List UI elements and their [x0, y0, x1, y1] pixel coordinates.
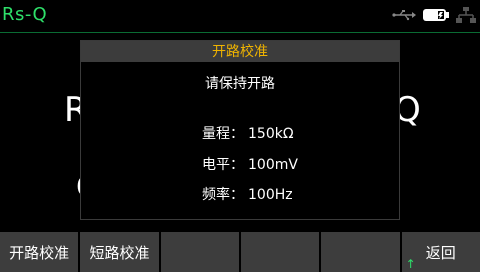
param-frequency-value: 100Hz [248, 187, 293, 203]
softkey-3[interactable] [160, 232, 239, 272]
dialog-header: 开路校准 [81, 41, 399, 62]
softkey-5[interactable] [321, 232, 400, 272]
battery-icon [422, 8, 450, 22]
usb-icon [392, 9, 416, 21]
status-icons [392, 6, 476, 24]
softkey-short-calibration[interactable]: 短路校准 [80, 232, 159, 272]
param-level: 电平： 100mV [202, 154, 298, 174]
param-frequency: 频率： 100Hz [202, 184, 293, 204]
softkey-back-label: 返回 [425, 243, 456, 262]
param-range-label: 量程： [202, 126, 244, 142]
open-calibration-dialog: 开路校准 请保持开路 量程： 150kΩ 电平： 100mV 频率： 100Hz [80, 40, 400, 220]
dialog-message: 请保持开路 [205, 76, 275, 92]
softkey-back[interactable]: 返回 ↑ [401, 232, 480, 272]
param-range: 量程： 150kΩ [202, 123, 294, 143]
param-frequency-label: 频率： [202, 187, 244, 203]
dialog-title: 开路校准 [212, 44, 268, 60]
param-level-value: 100mV [248, 157, 298, 173]
softkey-bar: 开路校准 短路校准 返回 ↑ [0, 232, 480, 272]
param-range-value: 150kΩ [248, 126, 294, 142]
arrow-up-icon: ↑ [405, 257, 416, 271]
status-bar: Rs-Q [0, 0, 480, 33]
lan-icon [456, 6, 476, 24]
mode-title: Rs-Q [2, 4, 48, 25]
softkey-4[interactable] [240, 232, 320, 272]
param-level-label: 电平： [202, 157, 244, 173]
softkey-open-calibration[interactable]: 开路校准 [0, 232, 79, 272]
